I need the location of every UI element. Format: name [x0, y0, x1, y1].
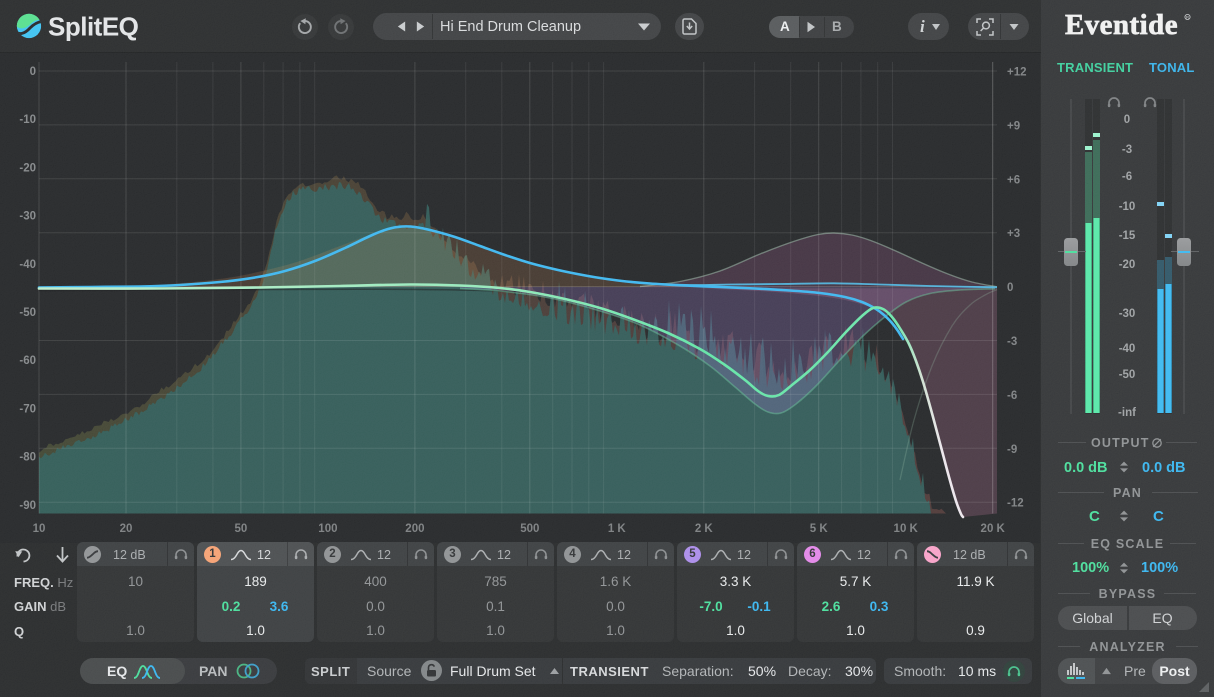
svg-text:50: 50	[235, 523, 248, 535]
svg-text:10 K: 10 K	[894, 523, 919, 535]
svg-text:-12: -12	[1007, 498, 1024, 510]
svg-text:20: 20	[120, 523, 133, 535]
svg-text:0: 0	[30, 66, 36, 78]
svg-text:Eventide: Eventide	[1065, 10, 1178, 41]
svg-text:0: 0	[1007, 282, 1013, 294]
svg-text:SplitEQ: SplitEQ	[48, 12, 139, 42]
svg-text:-60: -60	[19, 355, 36, 367]
svg-text:5 K: 5 K	[810, 523, 829, 535]
svg-text:-40: -40	[19, 259, 36, 271]
svg-text:+9: +9	[1007, 120, 1020, 132]
svg-text:+6: +6	[1007, 174, 1020, 186]
svg-text:-70: -70	[19, 403, 36, 415]
svg-text:-20: -20	[19, 162, 36, 174]
svg-text:-9: -9	[1007, 444, 1017, 456]
svg-text:-50: -50	[19, 307, 36, 319]
svg-text:+12: +12	[1007, 67, 1027, 79]
svg-text:500: 500	[520, 523, 539, 535]
svg-text:-80: -80	[19, 452, 36, 464]
svg-text:100: 100	[318, 523, 337, 535]
svg-text:20 K: 20 K	[981, 523, 1006, 535]
svg-text:2 K: 2 K	[695, 523, 714, 535]
svg-text:200: 200	[405, 523, 424, 535]
svg-text:+3: +3	[1007, 228, 1020, 240]
svg-text:-10: -10	[19, 114, 36, 126]
svg-text:-30: -30	[19, 211, 36, 223]
svg-text:-90: -90	[19, 500, 36, 512]
svg-text:-6: -6	[1007, 390, 1017, 402]
svg-text:-3: -3	[1007, 336, 1017, 348]
svg-text:1 K: 1 K	[608, 523, 627, 535]
svg-text:10: 10	[33, 523, 46, 535]
